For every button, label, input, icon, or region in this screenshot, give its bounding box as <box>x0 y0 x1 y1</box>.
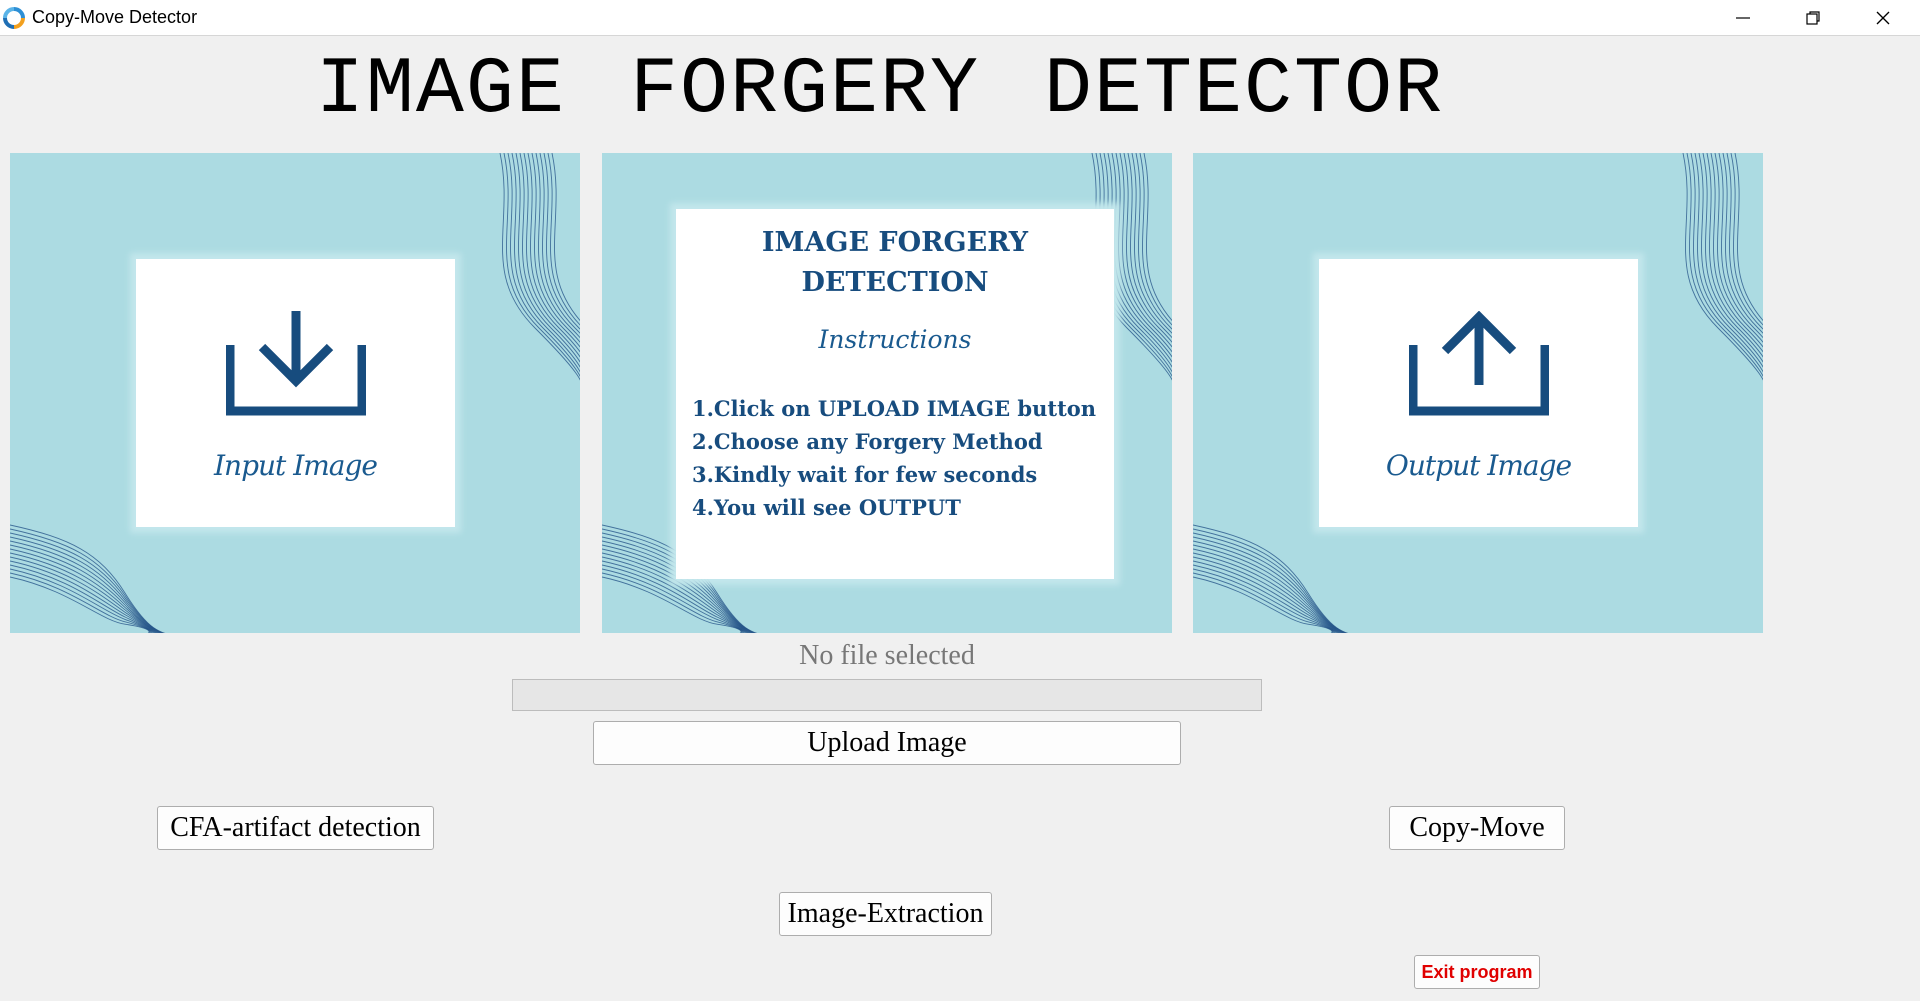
upload-image-button[interactable]: Upload Image <box>593 721 1181 765</box>
output-image-card: Output Image <box>1319 259 1638 527</box>
instruction-step: 3.Kindly wait for few seconds <box>692 462 1038 487</box>
download-icon <box>226 311 366 416</box>
instruction-step: 2.Choose any Forgery Method <box>692 429 1043 454</box>
exit-program-button[interactable]: Exit program <box>1414 955 1540 989</box>
instructions-list: 1.Click on UPLOAD IMAGE button 2.Choose … <box>692 392 1112 524</box>
title-bar: Copy-Move Detector <box>0 0 1920 36</box>
copy-move-button[interactable]: Copy-Move <box>1389 806 1565 850</box>
window-title: Copy-Move Detector <box>32 7 198 27</box>
restore-button[interactable] <box>1780 0 1846 35</box>
app-heading: IMAGE FORGERY DETECTOR <box>315 45 1445 136</box>
instruction-step: 4.You will see OUTPUT <box>692 495 961 520</box>
upload-icon <box>1409 311 1549 416</box>
restore-icon <box>1806 10 1820 25</box>
minimize-button[interactable] <box>1710 0 1776 35</box>
instructions-title: IMAGE FORGERY DETECTION <box>761 227 1029 298</box>
instruction-step: 1.Click on UPLOAD IMAGE button <box>692 396 1097 421</box>
output-image-panel: Output Image <box>1193 153 1763 633</box>
instructions-panel: IMAGE FORGERY DETECTION Instructions 1.C… <box>602 153 1172 633</box>
instructions-subtitle: Instructions <box>818 325 972 354</box>
input-image-card: Input Image <box>136 259 455 527</box>
output-image-caption: Output Image <box>1385 449 1572 482</box>
input-image-caption: Input Image <box>213 449 378 482</box>
minimize-icon <box>1736 16 1750 19</box>
app-logo-icon <box>3 7 25 29</box>
instructions-card: IMAGE FORGERY DETECTION Instructions 1.C… <box>676 209 1114 579</box>
cfa-artifact-detection-button[interactable]: CFA-artifact detection <box>157 806 434 850</box>
close-button[interactable] <box>1850 0 1916 35</box>
file-status-label: No file selected <box>799 640 975 671</box>
close-icon <box>1876 11 1890 24</box>
image-extraction-button[interactable]: Image-Extraction <box>779 892 992 936</box>
input-image-panel: Input Image <box>10 153 580 633</box>
app-window: Copy-Move Detector IMAGE FORGERY DETECTO… <box>0 0 1920 1001</box>
progress-bar <box>512 679 1262 711</box>
